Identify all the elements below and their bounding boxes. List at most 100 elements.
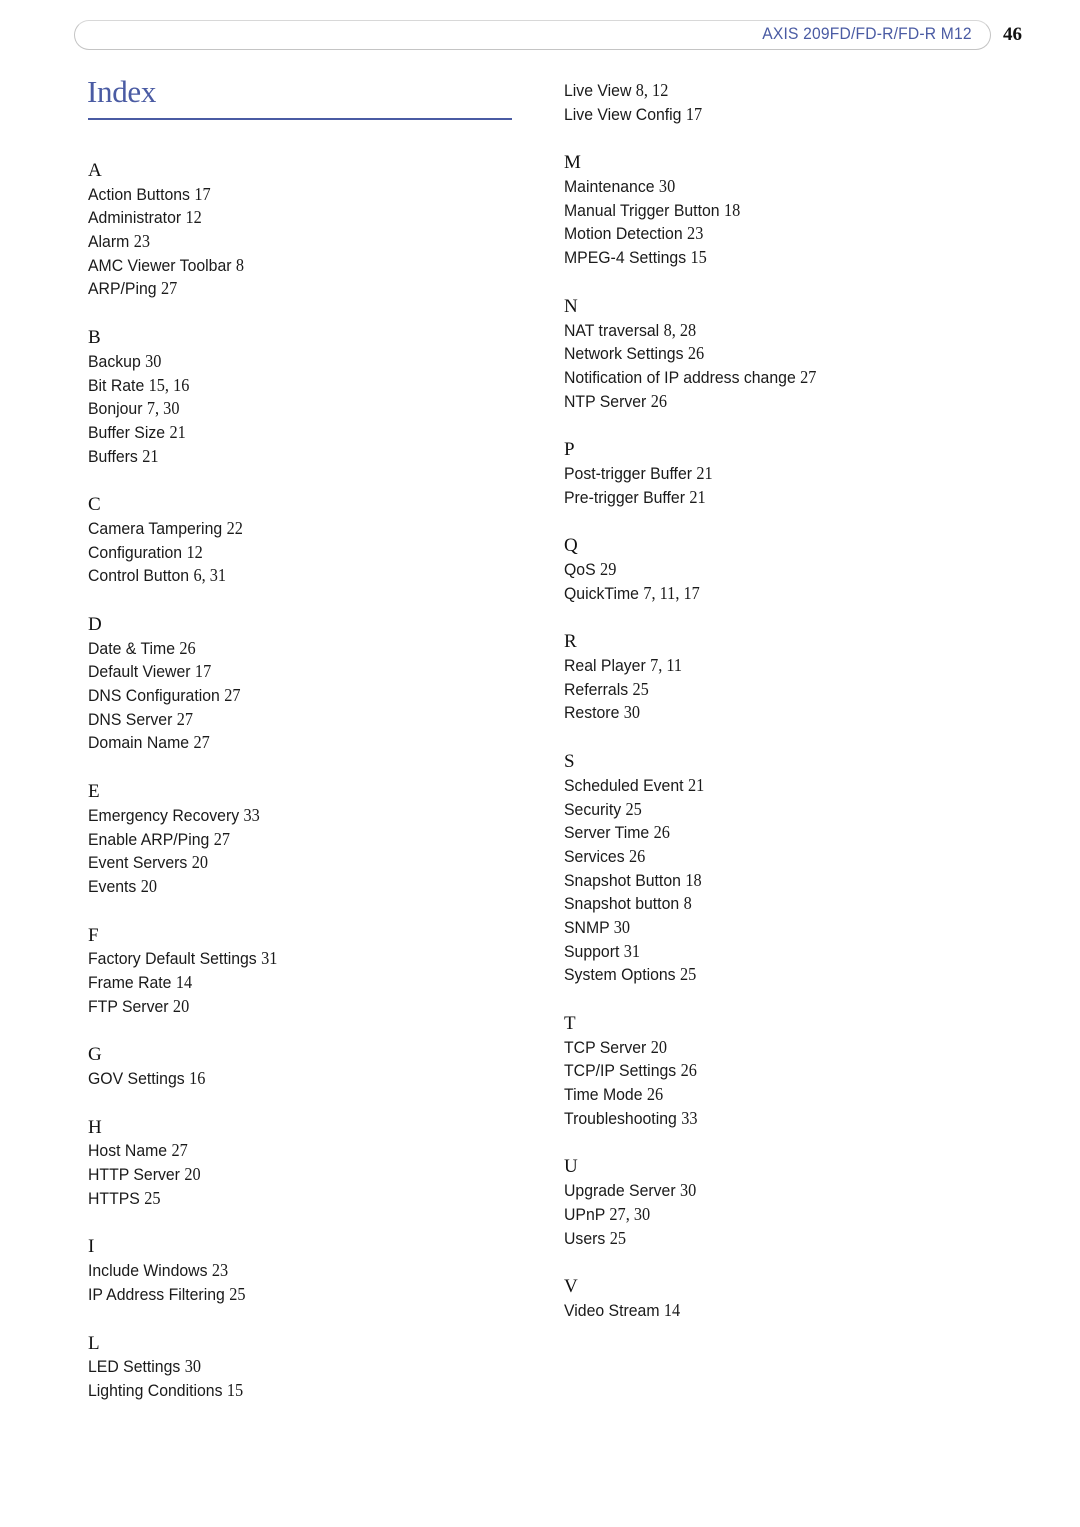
entry-page-refs[interactable]: 8 [236, 255, 244, 275]
entry-page-refs[interactable]: 18 [724, 200, 740, 220]
index-entry[interactable]: MPEG-4 Settings 15 [564, 246, 973, 270]
entry-page-refs[interactable]: 27 [224, 685, 240, 705]
entry-page-refs[interactable]: 18 [685, 870, 701, 890]
entry-page-refs[interactable]: 27, 30 [609, 1204, 650, 1224]
index-entry[interactable]: FTP Server 20 [88, 995, 497, 1019]
entry-page-refs[interactable]: 27 [171, 1140, 187, 1160]
entry-page-refs[interactable]: 23 [687, 223, 703, 243]
index-entry[interactable]: LED Settings 30 [88, 1355, 497, 1379]
index-entry[interactable]: Video Stream 14 [564, 1299, 973, 1323]
entry-page-refs[interactable]: 30 [680, 1180, 696, 1200]
entry-page-refs[interactable]: 17 [194, 184, 210, 204]
entry-page-refs[interactable]: 27 [177, 709, 193, 729]
entry-page-refs[interactable]: 8 [684, 893, 692, 913]
index-entry[interactable]: GOV Settings 16 [88, 1067, 497, 1091]
index-entry[interactable]: Control Button 6, 31 [88, 564, 497, 588]
index-entry[interactable]: Pre-trigger Buffer 21 [564, 486, 973, 510]
entry-page-refs[interactable]: 31 [261, 948, 277, 968]
index-entry[interactable]: Default Viewer 17 [88, 660, 497, 684]
entry-page-refs[interactable]: 26 [651, 391, 667, 411]
index-entry[interactable]: Post-trigger Buffer 21 [564, 462, 973, 486]
index-entry[interactable]: Snapshot Button 18 [564, 869, 973, 893]
index-entry[interactable]: Server Time 26 [564, 821, 973, 845]
index-entry[interactable]: Live View Config 17 [564, 103, 973, 127]
index-entry[interactable]: Upgrade Server 30 [564, 1179, 973, 1203]
entry-page-refs[interactable]: 14 [664, 1300, 680, 1320]
entry-page-refs[interactable]: 25 [229, 1284, 245, 1304]
index-entry[interactable]: Support 31 [564, 940, 973, 964]
index-entry[interactable]: Security 25 [564, 798, 973, 822]
index-entry[interactable]: DNS Server 27 [88, 708, 497, 732]
index-entry[interactable]: Network Settings 26 [564, 342, 973, 366]
entry-page-refs[interactable]: 29 [600, 559, 616, 579]
index-entry[interactable]: Live View 8, 12 [564, 79, 973, 103]
entry-page-refs[interactable]: 20 [141, 876, 157, 896]
entry-page-refs[interactable]: 15 [227, 1380, 243, 1400]
entry-page-refs[interactable]: 14 [176, 972, 192, 992]
index-entry[interactable]: Factory Default Settings 31 [88, 947, 497, 971]
entry-page-refs[interactable]: 33 [244, 805, 260, 825]
entry-page-refs[interactable]: 26 [681, 1060, 697, 1080]
entry-page-refs[interactable]: 8, 28 [664, 320, 697, 340]
entry-page-refs[interactable]: 31 [624, 941, 640, 961]
entry-page-refs[interactable]: 30 [145, 351, 161, 371]
index-entry[interactable]: Event Servers 20 [88, 851, 497, 875]
entry-page-refs[interactable]: 15, 16 [149, 375, 190, 395]
index-entry[interactable]: IP Address Filtering 25 [88, 1283, 497, 1307]
entry-page-refs[interactable]: 21 [169, 422, 185, 442]
index-entry[interactable]: QoS 29 [564, 558, 973, 582]
entry-page-refs[interactable]: 26 [654, 822, 670, 842]
index-entry[interactable]: Camera Tampering 22 [88, 517, 497, 541]
index-entry[interactable]: Time Mode 26 [564, 1083, 973, 1107]
index-entry[interactable]: Real Player 7, 11 [564, 654, 973, 678]
entry-page-refs[interactable]: 27 [193, 732, 209, 752]
index-entry[interactable]: SNMP 30 [564, 916, 973, 940]
entry-page-refs[interactable]: 20 [192, 852, 208, 872]
index-entry[interactable]: Buffer Size 21 [88, 421, 497, 445]
index-entry[interactable]: Manual Trigger Button 18 [564, 199, 973, 223]
index-entry[interactable]: Bonjour 7, 30 [88, 397, 497, 421]
entry-page-refs[interactable]: 30 [624, 702, 640, 722]
entry-page-refs[interactable]: 8, 12 [636, 80, 669, 100]
entry-page-refs[interactable]: 7, 30 [147, 398, 180, 418]
index-entry[interactable]: HTTPS 25 [88, 1187, 497, 1211]
index-entry[interactable]: Date & Time 26 [88, 637, 497, 661]
entry-page-refs[interactable]: 33 [681, 1108, 697, 1128]
index-entry[interactable]: Bit Rate 15, 16 [88, 374, 497, 398]
entry-page-refs[interactable]: 17 [195, 661, 211, 681]
entry-page-refs[interactable]: 30 [185, 1356, 201, 1376]
entry-page-refs[interactable]: 25 [680, 964, 696, 984]
index-entry[interactable]: QuickTime 7, 11, 17 [564, 582, 973, 606]
index-entry[interactable]: NAT traversal 8, 28 [564, 319, 973, 343]
index-entry[interactable]: Scheduled Event 21 [564, 774, 973, 798]
entry-page-refs[interactable]: 26 [688, 343, 704, 363]
entry-page-refs[interactable]: 25 [144, 1188, 160, 1208]
index-entry[interactable]: TCP Server 20 [564, 1036, 973, 1060]
entry-page-refs[interactable]: 6, 31 [193, 565, 226, 585]
index-entry[interactable]: DNS Configuration 27 [88, 684, 497, 708]
index-entry[interactable]: Events 20 [88, 875, 497, 899]
entry-page-refs[interactable]: 20 [173, 996, 189, 1016]
index-entry[interactable]: Notification of IP address change 27 [564, 366, 973, 390]
index-entry[interactable]: Emergency Recovery 33 [88, 804, 497, 828]
entry-page-refs[interactable]: 27 [214, 829, 230, 849]
entry-page-refs[interactable]: 30 [659, 176, 675, 196]
index-entry[interactable]: Alarm 23 [88, 230, 497, 254]
entry-page-refs[interactable]: 27 [161, 278, 177, 298]
entry-page-refs[interactable]: 27 [800, 367, 816, 387]
index-entry[interactable]: ARP/Ping 27 [88, 277, 497, 301]
entry-page-refs[interactable]: 26 [179, 638, 195, 658]
entry-page-refs[interactable]: 15 [691, 247, 707, 267]
entry-page-refs[interactable]: 21 [689, 487, 705, 507]
entry-page-refs[interactable]: 21 [688, 775, 704, 795]
entry-page-refs[interactable]: 23 [134, 231, 150, 251]
index-entry[interactable]: Enable ARP/Ping 27 [88, 828, 497, 852]
index-entry[interactable]: HTTP Server 20 [88, 1163, 497, 1187]
index-entry[interactable]: Configuration 12 [88, 541, 497, 565]
index-entry[interactable]: NTP Server 26 [564, 390, 973, 414]
index-entry[interactable]: Host Name 27 [88, 1139, 497, 1163]
index-entry[interactable]: System Options 25 [564, 963, 973, 987]
entry-page-refs[interactable]: 26 [647, 1084, 663, 1104]
entry-page-refs[interactable]: 23 [212, 1260, 228, 1280]
entry-page-refs[interactable]: 7, 11 [650, 655, 682, 675]
